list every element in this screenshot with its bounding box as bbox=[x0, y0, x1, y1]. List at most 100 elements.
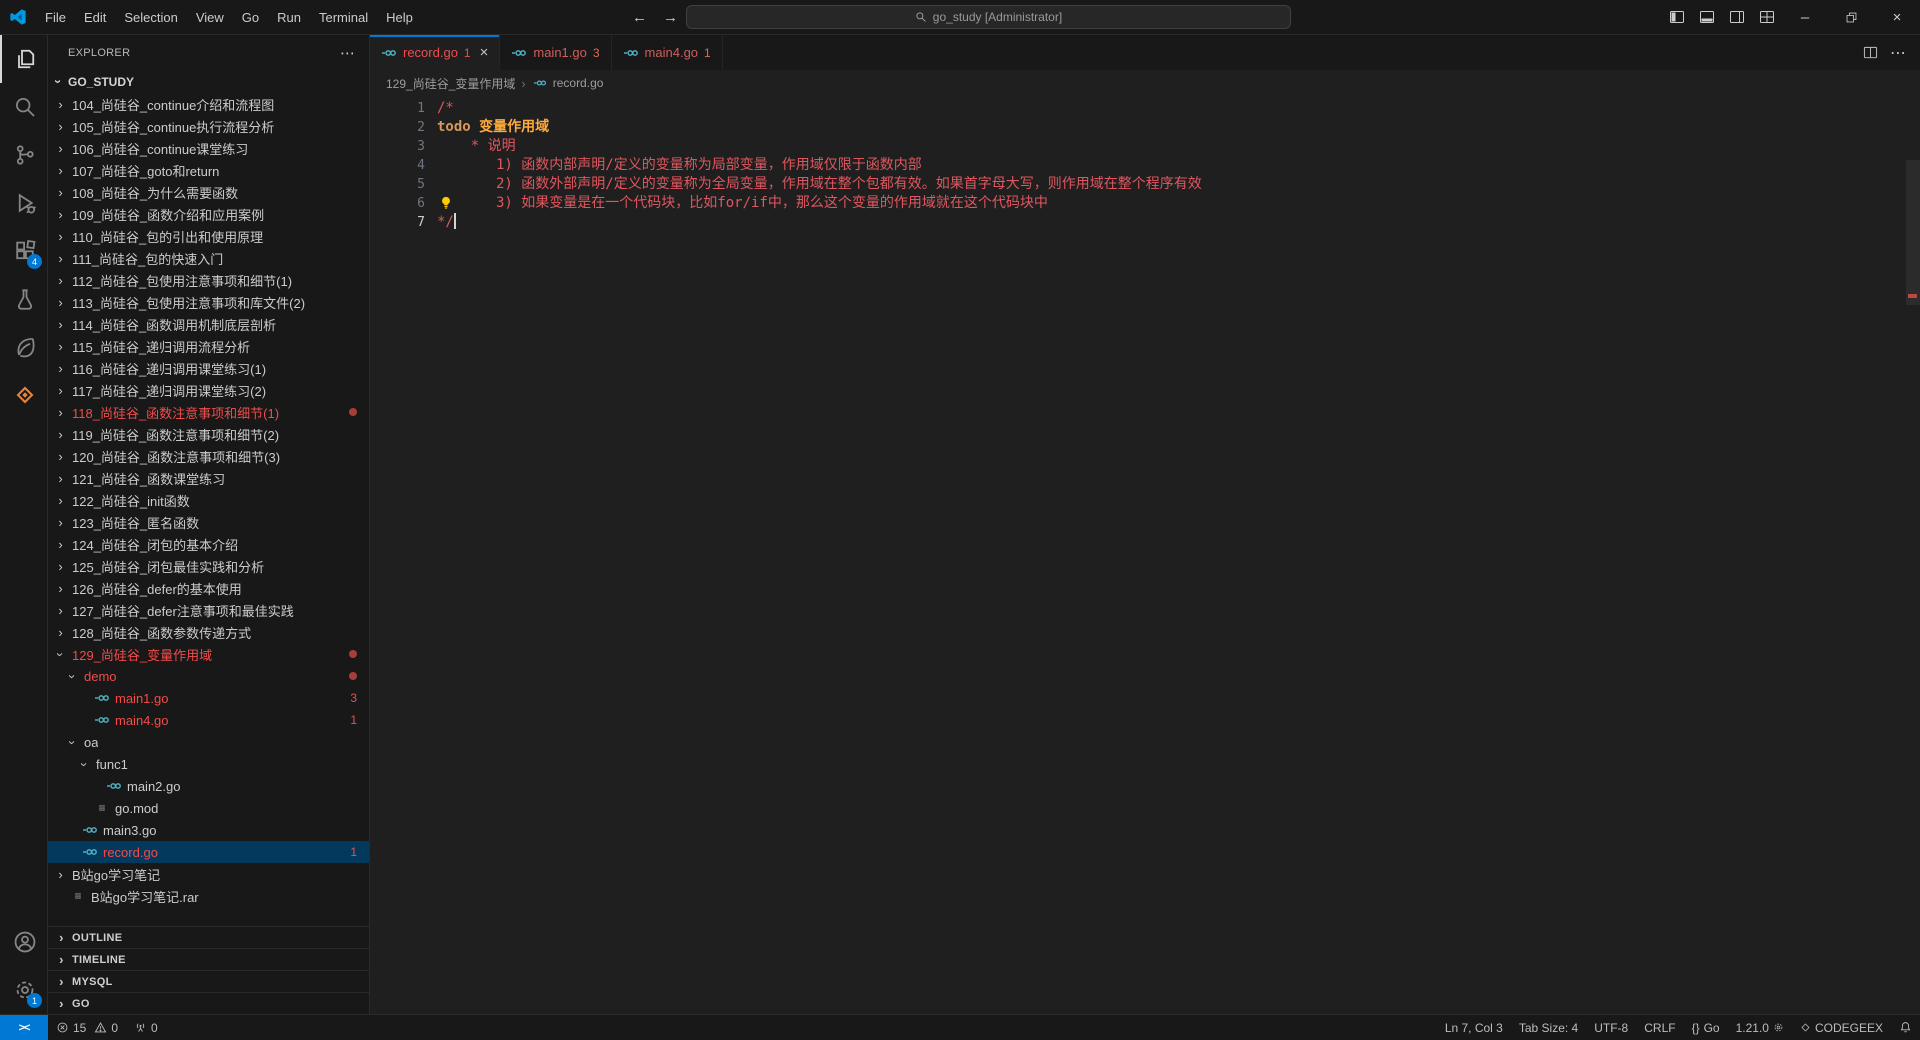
code-line-5[interactable]: 5 2) 函数外部声明/定义的变量称为全局变量，作用域在整个包都有效。如果首字母… bbox=[370, 175, 1920, 194]
editor-tab-main1.go[interactable]: main1.go 3 bbox=[500, 35, 612, 70]
problems-indicator[interactable]: 15 0 bbox=[48, 1015, 126, 1040]
tree-folder[interactable]: › 120_尚硅谷_函数注意事项和细节(3) bbox=[48, 445, 369, 467]
menu-go[interactable]: Go bbox=[233, 0, 268, 34]
encoding[interactable]: UTF-8 bbox=[1586, 1015, 1636, 1040]
tree-folder[interactable]: › 123_尚硅谷_匿名函数 bbox=[48, 511, 369, 533]
code-line-2[interactable]: 2 todo 变量作用域 bbox=[370, 118, 1920, 137]
explorer-icon[interactable] bbox=[0, 35, 47, 83]
tree-folder[interactable]: › 104_尚硅谷_continue介绍和流程图 bbox=[48, 93, 369, 115]
editor-more-actions-icon[interactable]: ⋯ bbox=[1890, 43, 1906, 63]
tab-close-icon[interactable]: × bbox=[480, 44, 489, 61]
codegeex-status[interactable]: CODEGEEX bbox=[1792, 1015, 1891, 1040]
tree-folder[interactable]: › 113_尚硅谷_包使用注意事项和库文件(2) bbox=[48, 291, 369, 313]
tree-folder[interactable]: › func1 bbox=[48, 753, 369, 775]
tree-folder[interactable]: › 122_尚硅谷_init函数 bbox=[48, 489, 369, 511]
code-line-1[interactable]: 1/* bbox=[370, 99, 1920, 118]
settings-gear-icon[interactable]: 1 bbox=[0, 966, 47, 1014]
menu-selection[interactable]: Selection bbox=[115, 0, 186, 34]
overview-ruler[interactable] bbox=[1906, 160, 1920, 1014]
account-icon[interactable] bbox=[0, 918, 47, 966]
notifications-bell-icon[interactable] bbox=[1891, 1015, 1920, 1040]
breadcrumb-file[interactable]: record.go bbox=[553, 76, 604, 90]
tree-folder[interactable]: › 124_尚硅谷_闭包的基本介绍 bbox=[48, 533, 369, 555]
codegeex-icon[interactable] bbox=[0, 371, 47, 419]
menu-help[interactable]: Help bbox=[377, 0, 422, 34]
menu-run[interactable]: Run bbox=[268, 0, 310, 34]
ports-indicator[interactable]: 0 bbox=[126, 1015, 166, 1040]
command-center-search[interactable]: go_study [Administrator] bbox=[686, 5, 1291, 29]
tree-file[interactable]: main4.go 1 bbox=[48, 709, 369, 731]
code-editor[interactable]: 1/* 2 todo 变量作用域 3 * 说明 4 1) 函数内部声明/定义的变量称为局… bbox=[370, 96, 1920, 1014]
split-editor-icon[interactable] bbox=[1863, 45, 1878, 60]
tree-file[interactable]: main3.go bbox=[48, 819, 369, 841]
tree-folder[interactable]: › 119_尚硅谷_函数注意事项和细节(2) bbox=[48, 423, 369, 445]
menu-edit[interactable]: Edit bbox=[75, 0, 115, 34]
menu-terminal[interactable]: Terminal bbox=[310, 0, 377, 34]
tree-folder[interactable]: › 117_尚硅谷_递归调用课堂练习(2) bbox=[48, 379, 369, 401]
language-mode[interactable]: {} Go bbox=[1684, 1015, 1728, 1040]
sidebar-panel-mysql[interactable]: › MYSQL bbox=[48, 970, 369, 992]
tree-folder[interactable]: › 129_尚硅谷_变量作用域 bbox=[48, 643, 369, 665]
tree-folder[interactable]: › 125_尚硅谷_闭包最佳实践和分析 bbox=[48, 555, 369, 577]
tree-folder[interactable]: › 106_尚硅谷_continue课堂练习 bbox=[48, 137, 369, 159]
search-sidebar-icon[interactable] bbox=[0, 83, 47, 131]
source-control-icon[interactable] bbox=[0, 131, 47, 179]
tree-folder[interactable]: › 108_尚硅谷_为什么需要函数 bbox=[48, 181, 369, 203]
lightbulb-icon[interactable] bbox=[439, 196, 453, 210]
remote-indicator[interactable]: >< bbox=[0, 1015, 48, 1040]
extensions-icon[interactable]: 4 bbox=[0, 227, 47, 275]
tree-folder[interactable]: › 115_尚硅谷_递归调用流程分析 bbox=[48, 335, 369, 357]
toggle-panel-icon[interactable] bbox=[1692, 0, 1722, 34]
tree-folder[interactable]: › oa bbox=[48, 731, 369, 753]
tree-folder[interactable]: › 126_尚硅谷_defer的基本使用 bbox=[48, 577, 369, 599]
tree-folder[interactable]: › 118_尚硅谷_函数注意事项和细节(1) bbox=[48, 401, 369, 423]
menu-file[interactable]: File bbox=[36, 0, 75, 34]
code-line-7[interactable]: 7 */ bbox=[370, 213, 1920, 232]
sidebar-panel-outline[interactable]: › OUTLINE bbox=[48, 926, 369, 948]
tree-folder[interactable]: › 114_尚硅谷_函数调用机制底层剖析 bbox=[48, 313, 369, 335]
tree-folder[interactable]: › B站go学习笔记 bbox=[48, 863, 369, 885]
customize-layout-icon[interactable] bbox=[1752, 0, 1782, 34]
go-environment[interactable]: 1.21.0 bbox=[1728, 1015, 1792, 1040]
indentation[interactable]: Tab Size: 4 bbox=[1511, 1015, 1586, 1040]
eol-sequence[interactable]: CRLF bbox=[1636, 1015, 1683, 1040]
tree-folder[interactable]: › 109_尚硅谷_函数介绍和应用案例 bbox=[48, 203, 369, 225]
tree-file[interactable]: ≡ go.mod bbox=[48, 797, 369, 819]
database-client-icon[interactable] bbox=[0, 323, 47, 371]
nav-back-icon[interactable]: ← bbox=[632, 9, 647, 26]
tree-folder[interactable]: › 105_尚硅谷_continue执行流程分析 bbox=[48, 115, 369, 137]
tree-folder[interactable]: › 111_尚硅谷_包的快速入门 bbox=[48, 247, 369, 269]
scrollbar-thumb[interactable] bbox=[1906, 160, 1920, 305]
restore-button[interactable] bbox=[1828, 0, 1874, 34]
cursor-position[interactable]: Ln 7, Col 3 bbox=[1437, 1015, 1511, 1040]
toggle-secondary-sidebar-icon[interactable] bbox=[1722, 0, 1752, 34]
toggle-sidebar-icon[interactable] bbox=[1662, 0, 1692, 34]
menu-view[interactable]: View bbox=[187, 0, 233, 34]
tree-folder[interactable]: › 110_尚硅谷_包的引出和使用原理 bbox=[48, 225, 369, 247]
tree-file[interactable]: main1.go 3 bbox=[48, 687, 369, 709]
sidebar-panel-timeline[interactable]: › TIMELINE bbox=[48, 948, 369, 970]
code-line-6[interactable]: 6 3) 如果变量是在一个代码块，比如for/if中，那么这个变量的作用域就在这… bbox=[370, 194, 1920, 213]
editor-tab-record.go[interactable]: record.go 1 × bbox=[370, 35, 501, 70]
tree-folder[interactable]: › 107_尚硅谷_goto和return bbox=[48, 159, 369, 181]
tree-folder[interactable]: › 127_尚硅谷_defer注意事项和最佳实践 bbox=[48, 599, 369, 621]
tree-file[interactable]: record.go 1 bbox=[48, 841, 369, 863]
code-line-3[interactable]: 3 * 说明 bbox=[370, 137, 1920, 156]
run-debug-icon[interactable] bbox=[0, 179, 47, 227]
explorer-more-actions-icon[interactable]: ⋯ bbox=[340, 44, 355, 62]
workspace-root[interactable]: › GO_STUDY bbox=[48, 70, 369, 93]
breadcrumb-folder[interactable]: 129_尚硅谷_变量作用域 bbox=[386, 75, 515, 92]
sidebar-panel-go[interactable]: › GO bbox=[48, 992, 369, 1014]
nav-forward-icon[interactable]: → bbox=[663, 9, 678, 26]
tree-folder[interactable]: › 128_尚硅谷_函数参数传递方式 bbox=[48, 621, 369, 643]
tree-folder[interactable]: › demo bbox=[48, 665, 369, 687]
close-button[interactable]: × bbox=[1874, 0, 1920, 34]
editor-tab-main4.go[interactable]: main4.go 1 bbox=[611, 35, 723, 70]
testing-icon[interactable] bbox=[0, 275, 47, 323]
tree-file[interactable]: main2.go bbox=[48, 775, 369, 797]
minimize-button[interactable]: – bbox=[1782, 0, 1828, 34]
tree-folder[interactable]: › 116_尚硅谷_递归调用课堂练习(1) bbox=[48, 357, 369, 379]
tree-file[interactable]: ≡ B站go学习笔记.rar bbox=[48, 885, 369, 907]
tree-folder[interactable]: › 112_尚硅谷_包使用注意事项和细节(1) bbox=[48, 269, 369, 291]
code-line-4[interactable]: 4 1) 函数内部声明/定义的变量称为局部变量，作用域仅限于函数内部 bbox=[370, 156, 1920, 175]
